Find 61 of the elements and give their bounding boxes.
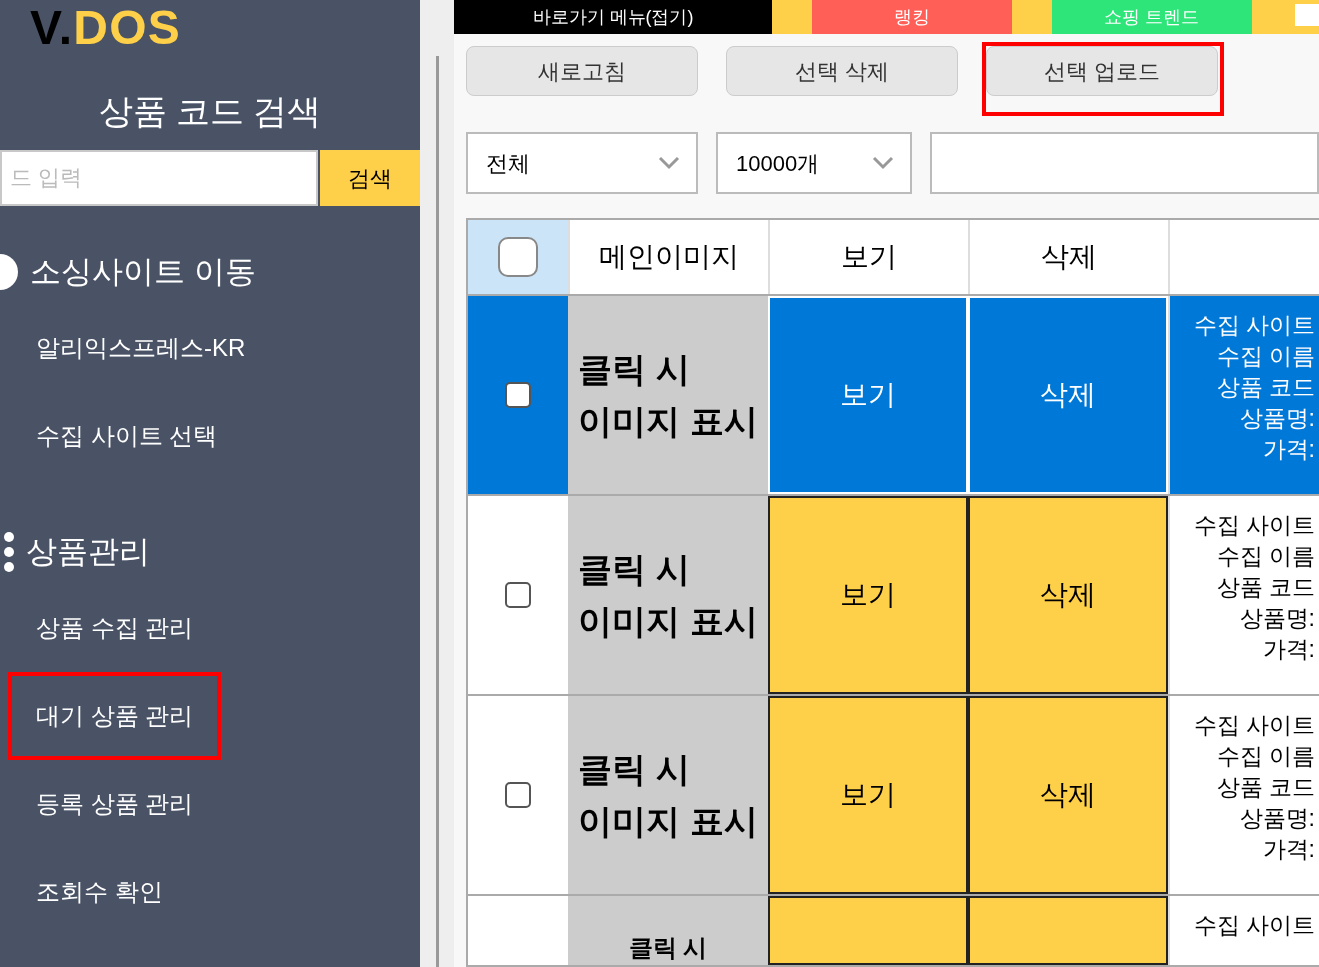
column-header: 삭제 [968, 220, 1168, 294]
toolbar-button[interactable]: 선택 업로드 [986, 46, 1218, 96]
checkbox[interactable] [498, 237, 538, 277]
view-button[interactable]: 보기 [768, 696, 968, 894]
info-line: 수집 사이트 [1193, 311, 1316, 340]
checkbox[interactable] [505, 382, 531, 408]
info-line: 수집 사이트 [1193, 711, 1316, 740]
info-line: 가격: [1262, 635, 1316, 664]
section-title: 소싱사이트 이동 [30, 252, 256, 291]
view-button[interactable]: 보기 [768, 296, 968, 494]
section-title: 상품관리 [26, 532, 150, 571]
text-field[interactable] [930, 132, 1319, 194]
info-line: 상품 코드 [1216, 373, 1316, 402]
sidebar-item[interactable]: 상품 수집 관리 [8, 584, 222, 672]
search-button[interactable]: 검색 [320, 150, 420, 206]
image-placeholder[interactable]: 클릭 시 [568, 896, 768, 965]
info-line: 상품 코드 [1216, 773, 1316, 802]
info-line: 수집 이름 [1216, 742, 1316, 771]
table-row[interactable]: 클릭 시 이미지 표시 보기 삭제 수집 사이트 수집 이름 상품 코드 상품명: 가격: [468, 496, 1319, 696]
search-title: 상품 코드 검색 [97, 91, 323, 132]
table-row[interactable]: 클릭 시 이미지 표시 보기 삭제 수집 사이트 수집 이름 상품 코드 상품명: 가격: [468, 696, 1319, 896]
checkbox[interactable] [505, 582, 531, 608]
info-line: 수집 사이트 [1193, 511, 1316, 540]
view-button[interactable]: 보기 [768, 496, 968, 694]
chevron-down-icon [872, 156, 894, 170]
dropdown-value: 10000개 [736, 149, 820, 178]
info-line: 상품 코드 [1216, 573, 1316, 602]
checkbox[interactable] [505, 782, 531, 808]
top-input-field[interactable] [1295, 4, 1319, 26]
info-line: 상품명: [1239, 604, 1316, 633]
info-line: 가격: [1262, 435, 1316, 464]
dropdown[interactable]: 전체 [466, 132, 698, 194]
table-row[interactable]: 클릭 시 이미지 표시 보기 삭제 수집 사이트 수집 이름 상품 코드 상품명: 가격: [468, 296, 1319, 496]
sidebar-item[interactable]: 등록 상품 관리 [8, 760, 222, 848]
info-line: 상품명: [1239, 804, 1316, 833]
column-header: 보기 [768, 220, 968, 294]
top-menu-tab[interactable]: 바로가기 메뉴(접기) [454, 0, 772, 34]
image-placeholder[interactable]: 클릭 시 이미지 표시 [568, 696, 768, 894]
sidebar-item[interactable]: 조회수 확인 [8, 848, 191, 936]
delete-button[interactable]: 삭제 [968, 696, 1168, 894]
delete-button[interactable]: 삭제 [968, 296, 1168, 494]
image-placeholder[interactable]: 클릭 시 이미지 표시 [568, 496, 768, 694]
chevron-down-icon [658, 156, 680, 170]
column-header: 메인이미지 [568, 220, 768, 294]
info-line: 수집 사이트 [1193, 911, 1316, 940]
delete-button[interactable]: 삭제 [968, 496, 1168, 694]
image-placeholder[interactable]: 클릭 시 이미지 표시 [568, 296, 768, 494]
info-line: 가격: [1262, 835, 1316, 864]
dots-icon [4, 532, 14, 572]
info-line: 상품명: [1239, 404, 1316, 433]
search-field[interactable]: 드 입력 [0, 150, 318, 206]
logo: V.DOS [29, 0, 182, 52]
dropdown[interactable]: 10000개 [716, 132, 912, 194]
sidebar-item[interactable]: 수집 사이트 선택 [8, 392, 246, 480]
sidebar-item[interactable]: 알리익스프레스-KR [8, 304, 274, 392]
sidebar-item[interactable]: 대기 상품 관리 [8, 672, 222, 760]
info-line: 수집 이름 [1216, 542, 1316, 571]
dropdown-value: 전체 [486, 149, 530, 178]
toolbar-button[interactable]: 새로고침 [466, 46, 698, 96]
toolbar-button[interactable]: 선택 삭제 [726, 46, 958, 96]
info-line: 수집 이름 [1216, 342, 1316, 371]
